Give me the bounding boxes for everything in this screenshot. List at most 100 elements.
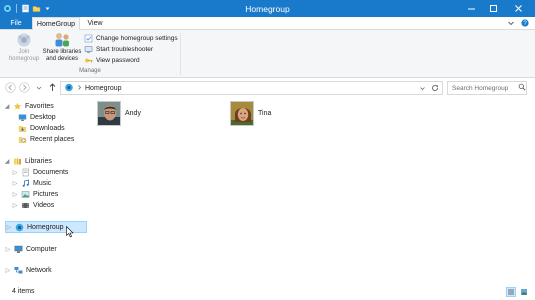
nav-desktop[interactable]: Desktop: [18, 112, 56, 123]
nav-arrows: [5, 82, 58, 93]
tab-file[interactable]: File: [0, 17, 32, 29]
minimize-button[interactable]: [460, 0, 482, 17]
close-button[interactable]: [504, 0, 532, 17]
search-box[interactable]: [447, 81, 527, 95]
refresh-icon[interactable]: [431, 84, 439, 94]
share-libraries-icon: [51, 32, 73, 48]
nav-libraries-label: Libraries: [25, 158, 52, 165]
nav-pictures-label: Pictures: [33, 191, 59, 198]
join-homegroup-button[interactable]: Join homegroup: [4, 32, 44, 63]
troubleshooter-icon: [84, 45, 93, 54]
navigation-bar: Homegroup: [0, 78, 535, 98]
music-icon: [21, 179, 30, 188]
star-icon: [13, 102, 22, 111]
maximize-button[interactable]: [482, 0, 504, 17]
breadcrumb-chevron-icon[interactable]: [77, 84, 82, 93]
pictures-icon: [21, 190, 30, 199]
network-icon: [14, 266, 23, 275]
downloads-icon: [18, 124, 27, 133]
change-homegroup-settings-label: Change homegroup settings: [96, 35, 178, 42]
nav-pictures[interactable]: ▷ Pictures: [12, 189, 59, 200]
content-pane: Andy Tina: [89, 98, 535, 284]
recent-places-icon: [18, 135, 27, 144]
collapsed-chevron-icon[interactable]: ▷: [12, 170, 18, 176]
window-title: Homegroup: [245, 4, 290, 14]
user-tile-tina[interactable]: Tina: [230, 101, 271, 126]
nav-homegroup-label: Homegroup: [27, 223, 64, 231]
nav-computer[interactable]: ▷ Computer: [5, 244, 57, 255]
expanded-chevron-icon[interactable]: ◢: [4, 104, 10, 110]
address-actions: [419, 84, 439, 94]
nav-computer-label: Computer: [26, 246, 57, 253]
collapsed-chevron-icon[interactable]: ▷: [12, 203, 18, 209]
search-input[interactable]: [452, 82, 518, 94]
breadcrumb-homegroup[interactable]: Homegroup: [85, 85, 122, 92]
nav-downloads-label: Downloads: [30, 125, 65, 132]
nav-documents[interactable]: ▷ Documents: [12, 167, 68, 178]
nav-network-label: Network: [26, 267, 52, 274]
address-location: Homegroup: [64, 83, 122, 94]
address-bar[interactable]: Homegroup: [60, 81, 443, 95]
homegroup-icon: [64, 83, 74, 94]
collapsed-chevron-icon[interactable]: ▷: [5, 247, 11, 253]
up-button[interactable]: [47, 82, 58, 93]
nav-music[interactable]: ▷ Music: [12, 178, 51, 189]
nav-documents-label: Documents: [33, 169, 69, 176]
tab-view[interactable]: View: [80, 17, 110, 29]
help-icon[interactable]: ?: [521, 19, 529, 29]
details-view-button[interactable]: [506, 287, 516, 297]
start-troubleshooter-button[interactable]: Start troubleshooter: [84, 44, 178, 55]
nav-favorites[interactable]: ◢ Favorites: [4, 101, 54, 112]
nav-libraries[interactable]: ◢ Libraries: [4, 156, 52, 167]
ribbon-controls: ?: [507, 19, 529, 29]
nav-downloads[interactable]: Downloads: [18, 123, 65, 134]
nav-recent-places-label: Recent places: [30, 136, 75, 143]
address-dropdown-icon[interactable]: [419, 85, 426, 94]
nav-favorites-label: Favorites: [25, 103, 54, 110]
libraries-icon: [13, 157, 22, 166]
view-password-label: View password: [96, 57, 140, 64]
share-libraries-button[interactable]: Share libraries and devices: [42, 32, 82, 63]
nav-network[interactable]: ▷ Network: [5, 265, 52, 276]
view-switcher: [506, 287, 529, 297]
key-icon: [84, 56, 93, 65]
share-libraries-label: Share libraries and devices: [42, 49, 82, 62]
recent-locations-dropdown[interactable]: [33, 82, 44, 93]
forward-button[interactable]: [19, 82, 30, 93]
status-bar: 4 items: [0, 284, 535, 300]
join-homegroup-icon: [13, 32, 35, 48]
search-icon[interactable]: [518, 83, 526, 93]
group-separator: [180, 33, 181, 75]
nav-videos[interactable]: ▷ Videos: [12, 200, 55, 211]
user-name-andy: Andy: [125, 110, 141, 117]
nav-videos-label: Videos: [33, 202, 55, 209]
mouse-cursor-icon: [66, 225, 74, 238]
expanded-chevron-icon[interactable]: ◢: [4, 159, 10, 165]
nav-music-label: Music: [33, 180, 52, 187]
collapsed-chevron-icon[interactable]: ▷: [6, 224, 12, 231]
collapsed-chevron-icon[interactable]: ▷: [12, 181, 18, 187]
collapsed-chevron-icon[interactable]: ▷: [5, 268, 11, 274]
user-tile-andy[interactable]: Andy: [97, 101, 141, 126]
title-bar: Homegroup: [0, 0, 535, 17]
desktop-icon: [18, 113, 27, 122]
tab-homegroup[interactable]: HomeGroup: [32, 17, 80, 30]
user-name-tina: Tina: [258, 110, 272, 117]
ribbon-expand-icon[interactable]: [507, 19, 515, 29]
navigation-pane: ◢ Favorites Desktop Downloads Recent pla…: [0, 98, 89, 284]
large-icons-view-button[interactable]: [519, 287, 529, 297]
homegroup-icon: [15, 223, 24, 232]
ribbon: Join homegroup Share libraries and devic…: [0, 29, 535, 78]
settings-page-icon: [84, 34, 93, 43]
manage-commands: Change homegroup settings Start troubles…: [84, 33, 178, 66]
view-password-button[interactable]: View password: [84, 55, 178, 66]
change-homegroup-settings-button[interactable]: Change homegroup settings: [84, 33, 178, 44]
back-button[interactable]: [5, 82, 16, 93]
nav-recent-places[interactable]: Recent places: [18, 134, 74, 145]
nav-homegroup[interactable]: ▷ Homegroup: [5, 221, 87, 233]
computer-icon: [14, 245, 23, 254]
collapsed-chevron-icon[interactable]: ▷: [12, 192, 18, 198]
window-controls: [460, 0, 532, 17]
join-homegroup-label: Join homegroup: [8, 49, 40, 62]
nav-desktop-label: Desktop: [30, 114, 56, 121]
